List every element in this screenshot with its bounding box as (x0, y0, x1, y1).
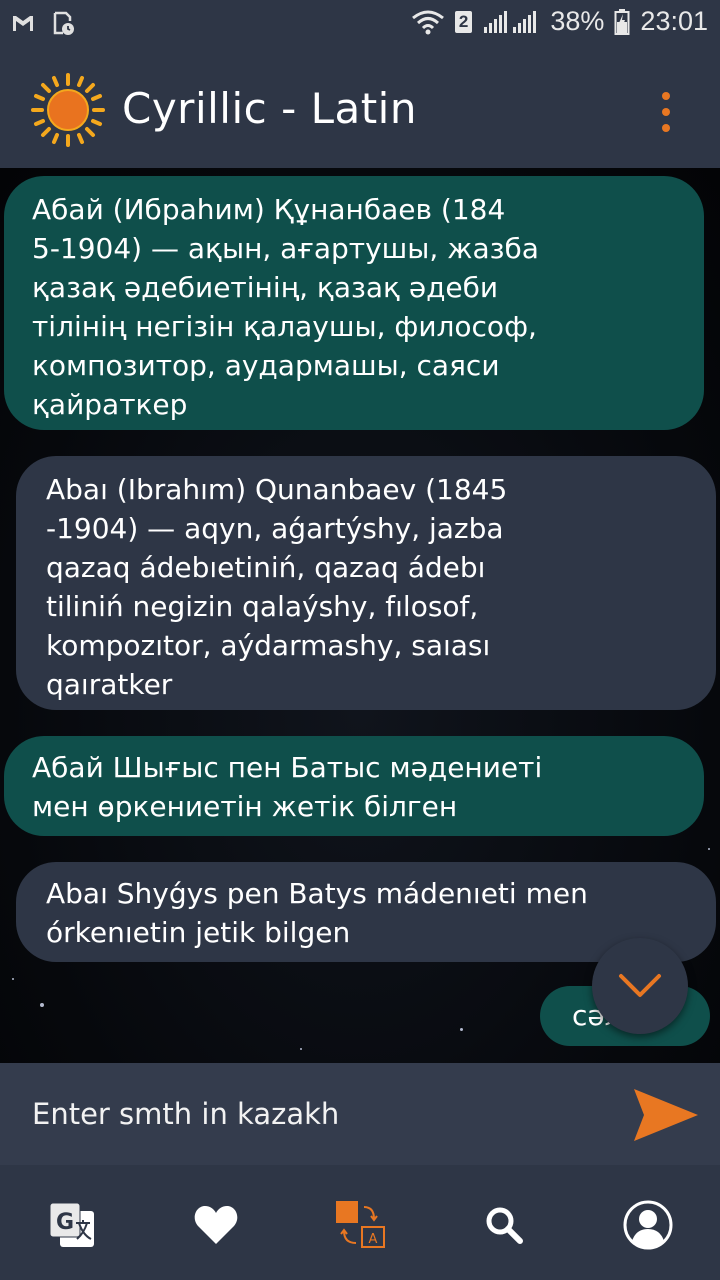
nav-search[interactable] (474, 1195, 534, 1255)
clock: 23:01 (640, 6, 708, 36)
send-icon[interactable] (630, 1085, 702, 1145)
chat-list[interactable]: Абай (Ибраһим) Құнанбаев (184 5-1904) — … (0, 168, 720, 1063)
scroll-down-button[interactable] (592, 938, 688, 1034)
google-translate-icon: G (49, 1202, 94, 1247)
wifi-icon (411, 10, 444, 34)
app-title: Cyrillic - Latin (122, 84, 417, 133)
overflow-menu-icon[interactable] (656, 92, 676, 132)
transliterate-icon: A (336, 1201, 385, 1248)
heart-icon (194, 1206, 238, 1244)
nav-favorites[interactable] (186, 1195, 246, 1255)
latin-message[interactable]: Abaı (Ibrahım) Qunanbaev (1845 -1904) — … (16, 456, 716, 710)
bottom-navigation: G A (0, 1165, 720, 1280)
chevron-down-icon (619, 974, 661, 997)
cyrillic-message[interactable]: Абай Шығыс пен Батыс мәдениеті мен өркен… (4, 736, 704, 836)
nav-profile[interactable] (618, 1195, 678, 1255)
sim-badge: 2 (454, 10, 473, 33)
svg-text:A: A (369, 1232, 378, 1247)
sun-icon (31, 73, 105, 147)
cyrillic-message[interactable]: Абай (Ибраһим) Құнанбаев (184 5-1904) — … (4, 176, 704, 430)
status-bar: 2 38% 23:01 (0, 0, 720, 52)
svg-text:G: G (56, 1210, 74, 1235)
app-bar: Cyrillic - Latin (0, 52, 720, 168)
profile-icon (623, 1200, 673, 1250)
clock-file-icon (53, 11, 74, 35)
input-bar (0, 1063, 720, 1165)
gmail-icon (13, 16, 33, 31)
search-icon (486, 1207, 523, 1244)
nav-transliterate[interactable]: A (330, 1195, 390, 1255)
battery-percent: 38% (550, 6, 605, 36)
signal-icon (484, 10, 537, 33)
nav-translate[interactable]: G (42, 1195, 102, 1255)
message-input[interactable] (16, 1083, 638, 1145)
battery-charging-icon (614, 8, 630, 35)
